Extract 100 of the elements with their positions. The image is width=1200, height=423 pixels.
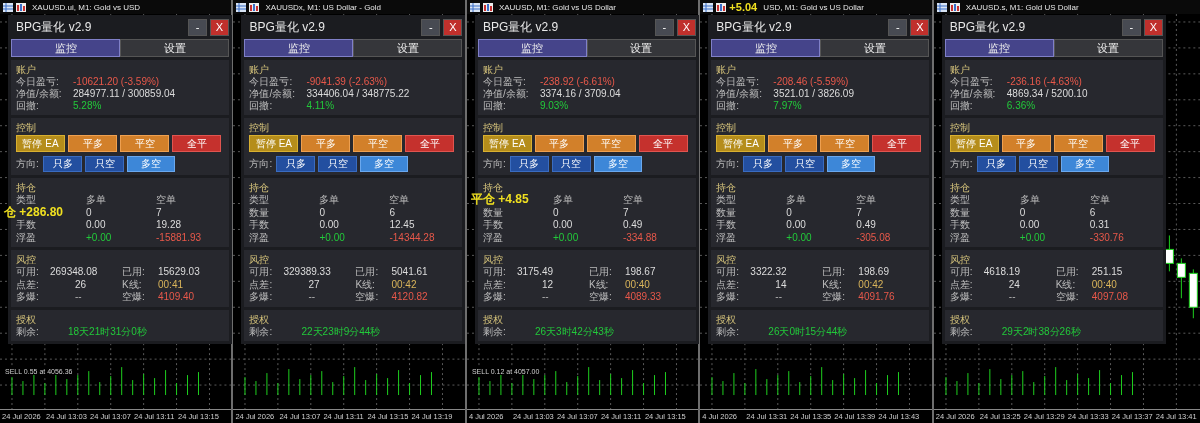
column-header: 空单 [856, 194, 878, 207]
column-header: 类型 [16, 194, 37, 207]
direction-button[interactable]: 多空 [1060, 156, 1109, 172]
field-value: -- [774, 291, 784, 304]
field-label: K线: [1055, 278, 1077, 291]
close-button[interactable]: X [210, 18, 229, 36]
table-cell-text: 0 [786, 206, 793, 219]
field-value: 4109.40 [158, 291, 196, 304]
chart-icon [716, 2, 727, 12]
row-label: 手数 [16, 219, 37, 232]
action-button[interactable]: 全平 [405, 135, 455, 152]
minimize-button[interactable]: - [654, 18, 674, 36]
minimize-button[interactable]: - [888, 18, 908, 36]
tab[interactable]: 监控 [11, 39, 120, 57]
field-value: 4618.19 [983, 266, 1021, 279]
direction-button[interactable]: 只空 [785, 156, 825, 172]
close-button[interactable]: X [443, 18, 463, 36]
section-title: 风控 [716, 253, 738, 266]
table-cell-text: 0 [86, 206, 93, 219]
action-button[interactable]: 全平 [638, 135, 688, 152]
field-label: 今日盈亏: [249, 76, 294, 88]
field-label: 方向: [716, 157, 741, 171]
action-button[interactable]: 平多 [301, 135, 351, 152]
tab[interactable]: 监控 [244, 39, 354, 57]
field-value: 15629.03 [158, 266, 201, 279]
window-title: XAUUSDx, M1: US Dollar - Gold [265, 2, 382, 12]
direction-button[interactable]: 多空 [593, 156, 642, 172]
column-header: 多单 [1019, 194, 1041, 207]
action-button[interactable]: 平空 [586, 135, 636, 152]
direction-button[interactable]: 多空 [127, 156, 175, 172]
direction-button[interactable]: 只多 [976, 156, 1016, 172]
direction-button[interactable]: 只空 [318, 156, 358, 172]
tab[interactable]: 设置 [1053, 39, 1163, 57]
tab[interactable]: 监控 [711, 39, 821, 57]
field-value: 3521.01 / 3826.09 [773, 88, 854, 100]
field-value: 5.28% [73, 100, 102, 112]
action-button[interactable]: 暂停 EA [482, 135, 532, 152]
tab[interactable]: 设置 [120, 39, 229, 57]
field-value: 284977.11 / 300859.04 [73, 88, 176, 100]
grid-icon [936, 2, 947, 12]
column-header: 多单 [786, 194, 808, 207]
tab[interactable]: 设置 [586, 39, 696, 57]
direction-button[interactable]: 只多 [43, 156, 82, 172]
close-button[interactable]: X [1143, 18, 1163, 36]
action-button[interactable]: 全平 [1105, 135, 1155, 152]
action-button[interactable]: 平多 [534, 135, 584, 152]
action-button[interactable]: 平空 [820, 135, 870, 152]
action-button[interactable]: 平空 [1053, 135, 1103, 152]
table-cell-text: +0.00 [319, 231, 346, 244]
minimize-button[interactable]: - [1121, 18, 1141, 36]
action-button[interactable]: 暂停 EA [949, 135, 999, 152]
minimize-button[interactable]: - [188, 18, 207, 36]
field-value: 3322.32 [750, 266, 788, 279]
action-button[interactable]: 平多 [68, 135, 117, 152]
action-button[interactable]: 暂停 EA [16, 135, 65, 152]
table-cell-text: 7 [156, 206, 163, 219]
close-button[interactable]: X [676, 18, 696, 36]
column-header: 空单 [389, 194, 411, 207]
action-button[interactable]: 平多 [768, 135, 818, 152]
tab[interactable]: 设置 [353, 39, 463, 57]
section-title: 控制 [249, 121, 271, 134]
action-button[interactable]: 平多 [1001, 135, 1051, 152]
direction-button[interactable]: 多空 [827, 156, 876, 172]
field-value: 3374.16 / 3709.04 [539, 88, 621, 100]
tab[interactable]: 监控 [477, 39, 587, 57]
direction-button[interactable]: 只多 [509, 156, 549, 172]
row-label: 手数 [949, 219, 971, 232]
section-title: 授权 [482, 312, 504, 326]
field-label: 今日盈亏: [716, 76, 761, 88]
action-button[interactable]: 暂停 EA [249, 135, 299, 152]
action-button[interactable]: 平空 [120, 135, 169, 152]
section-title: 风控 [949, 253, 971, 266]
section-title: 控制 [949, 121, 971, 134]
profit-label: 仓 +286.80 [4, 204, 64, 219]
direction-button[interactable]: 只多 [743, 156, 783, 172]
field-value: 4091.76 [858, 291, 896, 304]
action-button[interactable]: 全平 [172, 135, 221, 152]
panel-title: BPG量化 v2.9 [715, 18, 793, 36]
direction-button[interactable]: 只多 [276, 156, 316, 172]
tab[interactable]: 设置 [820, 39, 930, 57]
direction-button[interactable]: 只空 [1018, 156, 1058, 172]
field-label: 剩余: [249, 325, 274, 338]
minimize-button[interactable]: - [421, 18, 441, 36]
field-label: 剩余: [716, 325, 741, 338]
field-value: 6.36% [1006, 100, 1036, 112]
action-button[interactable]: 全平 [872, 135, 922, 152]
action-button[interactable]: 暂停 EA [716, 135, 766, 152]
action-button[interactable]: 平空 [353, 135, 403, 152]
field-label: 已用: [1055, 266, 1080, 279]
table-cell-text: 0.00 [319, 219, 340, 232]
tab[interactable]: 监控 [944, 39, 1054, 57]
direction-button[interactable]: 多空 [360, 156, 409, 172]
row-label: 浮盈 [249, 231, 271, 244]
profit-label: +5.04 [729, 1, 758, 13]
field-value: 5041.61 [391, 266, 429, 279]
direction-button[interactable]: 只空 [85, 156, 124, 172]
direction-button[interactable]: 只空 [551, 156, 591, 172]
field-value: -- [1007, 291, 1017, 304]
close-button[interactable]: X [910, 18, 930, 36]
countdown-value: 26天3时42分43秒 [534, 325, 614, 338]
